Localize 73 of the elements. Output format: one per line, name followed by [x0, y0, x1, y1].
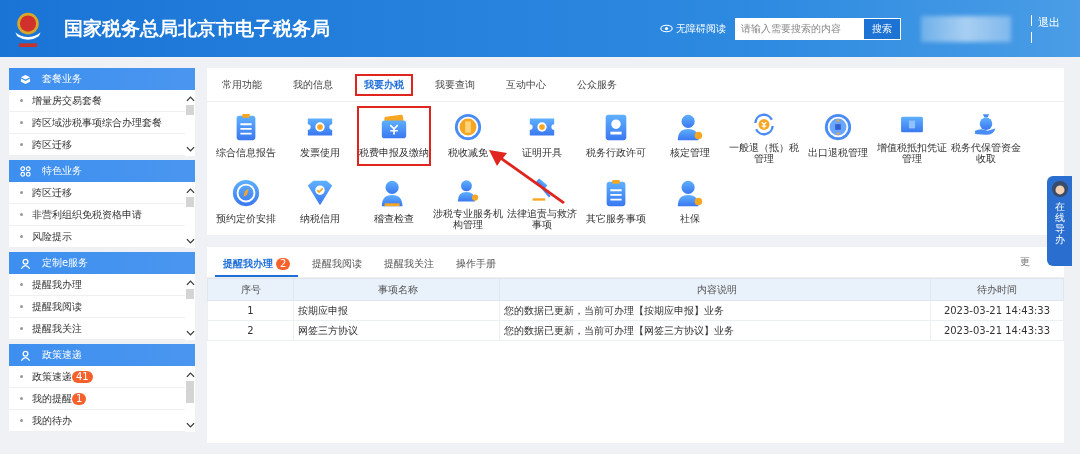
service-tab[interactable]: 我要办税	[355, 74, 413, 96]
column-header: 事项名称	[293, 278, 500, 301]
service-tab[interactable]: 互动中心	[497, 74, 555, 96]
service-item[interactable]: 其它服务事项	[579, 172, 653, 232]
panel-title: 定制e服务	[42, 256, 89, 270]
service-item[interactable]: 预约定价安排	[209, 172, 283, 232]
service-item[interactable]: 税务代保管资金收取	[949, 106, 1023, 166]
table-cell: 网签三方协议	[293, 320, 500, 341]
person-gear-icon	[675, 112, 705, 142]
eye-icon	[660, 24, 673, 33]
service-item[interactable]: 证明开具	[505, 106, 579, 166]
table-cell: 按期应申报	[293, 300, 500, 321]
panel-title: 特色业务	[42, 164, 82, 178]
box-icon	[20, 73, 31, 85]
service-item[interactable]: 核定管理	[653, 106, 727, 166]
person-icon	[20, 257, 31, 269]
service-tab[interactable]: 常用功能	[213, 74, 271, 96]
chevron-down-icon[interactable]	[185, 238, 195, 244]
scrollbar-thumb[interactable]	[186, 197, 194, 207]
reminder-tab[interactable]: 提醒我阅读	[304, 253, 371, 277]
service-tab[interactable]: 我要查询	[426, 74, 484, 96]
service-item[interactable]: 税收减免	[431, 106, 505, 166]
service-item[interactable]: 税费申报及缴纳	[357, 106, 431, 166]
coin-icon	[453, 112, 483, 142]
service-tab[interactable]: 我的信息	[284, 74, 342, 96]
person-icon	[20, 349, 31, 361]
panel-title: 政策速递	[42, 348, 82, 362]
service-tab[interactable]: 公众服务	[568, 74, 626, 96]
accessibility-link[interactable]: 无障碍阅读	[660, 21, 726, 36]
reminder-tab[interactable]: 操作手册	[448, 253, 505, 277]
service-item[interactable]: 一般退（抵）税管理	[727, 106, 801, 166]
column-header: 序号	[207, 278, 294, 301]
table-cell: 2	[207, 320, 294, 341]
chevron-up-icon[interactable]	[185, 372, 195, 378]
site-title: 国家税务总局北京市电子税务局	[64, 15, 330, 41]
avatar-icon	[1050, 180, 1069, 198]
more-link[interactable]: 更	[1020, 255, 1030, 269]
chevron-up-icon[interactable]	[185, 280, 195, 286]
scrollbar-thumb[interactable]	[186, 105, 194, 115]
service-item[interactable]: 综合信息报告	[209, 106, 283, 166]
table-cell: 2023-03-21 14:43:33	[930, 300, 1064, 321]
chevron-down-icon[interactable]	[185, 330, 195, 336]
grid-icon	[20, 165, 31, 177]
table-cell: 2023-03-21 14:43:33	[930, 320, 1064, 341]
scrollbar-thumb[interactable]	[186, 289, 194, 299]
service-item[interactable]: 出口退税管理	[801, 106, 875, 166]
sidebar-item[interactable]: 我的提醒 1	[9, 388, 185, 410]
table-cell: 1	[207, 300, 294, 321]
service-item[interactable]: 社保	[653, 172, 727, 232]
count-badge: 1	[72, 392, 87, 405]
table-cell: 您的数据已更新，当前可办理【网签三方协议】业务	[499, 320, 931, 341]
service-item[interactable]: 发票使用	[283, 106, 357, 166]
sidebar-item[interactable]: 政策速递 41	[9, 366, 185, 388]
panel-title: 套餐业务	[42, 72, 82, 86]
chevron-down-icon[interactable]	[185, 146, 195, 152]
compass-icon	[231, 178, 261, 208]
service-item[interactable]: 增值税抵扣凭证管理	[875, 106, 949, 166]
globe-icon	[823, 112, 853, 142]
table-cell: 您的数据已更新，当前可办理【按期应申报】业务	[499, 300, 931, 321]
column-header: 内容说明	[499, 278, 931, 301]
column-header: 待办时间	[930, 278, 1064, 301]
person-gear-icon	[675, 178, 705, 208]
service-item[interactable]: 纳税信用	[283, 172, 357, 232]
scrollbar-thumb[interactable]	[186, 381, 194, 403]
chevron-up-icon[interactable]	[185, 96, 195, 102]
chevron-up-icon[interactable]	[185, 188, 195, 194]
online-guide-button[interactable]: 在线导办	[1047, 176, 1072, 266]
reminder-tab[interactable]: 提醒我关注	[376, 253, 443, 277]
service-item[interactable]: 税务行政许可	[579, 106, 653, 166]
service-item[interactable]: 稽查检查	[357, 172, 431, 232]
count-badge: 41	[72, 370, 93, 383]
service-item[interactable]: 涉税专业服务机构管理	[431, 172, 505, 232]
chevron-down-icon[interactable]	[185, 422, 195, 428]
